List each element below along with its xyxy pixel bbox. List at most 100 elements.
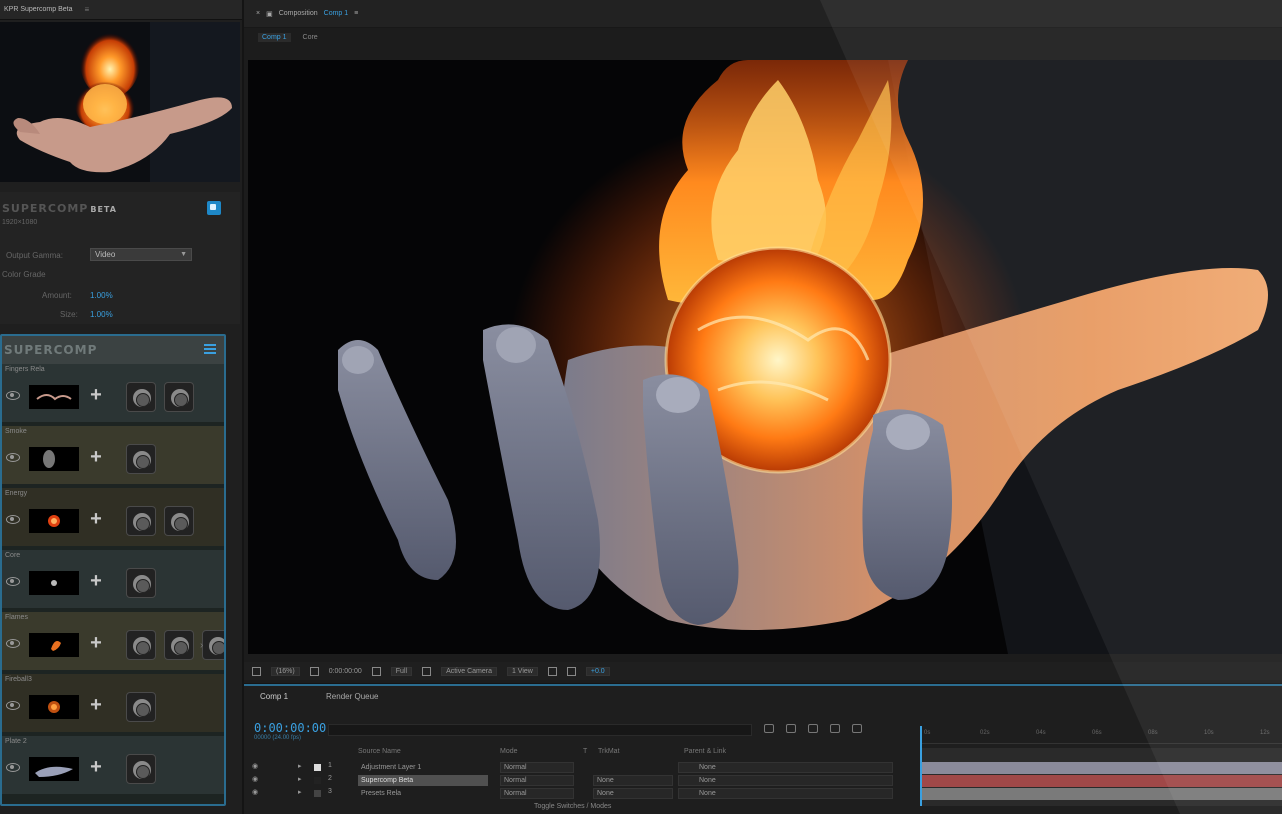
- layer-thumbnail[interactable]: [29, 633, 79, 657]
- blend-tool-icon[interactable]: [126, 444, 156, 474]
- output-gamma-select[interactable]: Video ▼: [90, 248, 192, 261]
- blend-tool-icon[interactable]: [126, 692, 156, 722]
- layer-duration-bar[interactable]: [920, 775, 1282, 787]
- graph-editor-icon[interactable]: [852, 724, 862, 733]
- blend-mode-select[interactable]: Normal: [500, 788, 574, 799]
- view-layout-select[interactable]: 1 View: [506, 666, 538, 676]
- snapshot-icon[interactable]: [309, 666, 319, 676]
- layer-thumbnail[interactable]: [29, 757, 79, 781]
- blend-tool-icon[interactable]: [126, 506, 156, 536]
- current-time[interactable]: 0:00:00:00: [329, 668, 362, 675]
- amount-value[interactable]: 1.00%: [90, 291, 113, 300]
- toggle-switches-modes[interactable]: Toggle Switches / Modes: [534, 803, 611, 810]
- add-icon[interactable]: +: [87, 695, 105, 715]
- col-parent[interactable]: Parent & Link: [684, 748, 726, 755]
- blend-tool-icon[interactable]: [164, 382, 194, 412]
- eye-icon[interactable]: [6, 391, 20, 400]
- col-mode[interactable]: Mode: [500, 748, 518, 755]
- layer-thumbnail[interactable]: [29, 385, 79, 409]
- breadcrumb-comp1[interactable]: Comp 1: [258, 33, 291, 42]
- eye-icon[interactable]: [6, 639, 20, 648]
- resolution-select[interactable]: Full: [390, 666, 413, 676]
- tab-render-queue[interactable]: Render Queue: [326, 692, 378, 701]
- exposure-value[interactable]: +0.0: [585, 666, 610, 676]
- blend-tool-icon[interactable]: [126, 382, 156, 412]
- composition-viewer[interactable]: [248, 60, 1282, 654]
- blend-tool-icon[interactable]: [126, 568, 156, 598]
- expand-arrow-icon[interactable]: ▸: [298, 762, 302, 770]
- lock-icon[interactable]: ▣: [266, 10, 273, 18]
- size-value[interactable]: 1.00%: [90, 310, 113, 319]
- layer-duration-bar[interactable]: [920, 788, 1282, 800]
- blend-tool-icon[interactable]: [164, 506, 194, 536]
- motion-blur-icon[interactable]: [830, 724, 840, 733]
- composition-name[interactable]: Comp 1: [324, 10, 349, 17]
- eye-icon[interactable]: [6, 453, 20, 462]
- time-ruler[interactable]: 0s 02s 04s 06s 08s 10s 12s: [920, 726, 1282, 744]
- layer-name[interactable]: Supercomp Beta: [358, 775, 488, 786]
- blend-tool-icon[interactable]: [164, 630, 194, 660]
- add-icon[interactable]: +: [87, 447, 105, 467]
- timeline-layer-row[interactable]: ◉ ▸ 1 Adjustment Layer 1 Normal None: [248, 762, 908, 774]
- col-t[interactable]: T: [583, 748, 587, 755]
- region-icon[interactable]: [422, 666, 432, 676]
- camera-select[interactable]: Active Camera: [441, 666, 497, 676]
- eye-icon[interactable]: ◉: [252, 775, 258, 783]
- layer-search-input[interactable]: [328, 724, 752, 736]
- eye-icon[interactable]: [6, 515, 20, 524]
- layer-color-swatch[interactable]: [314, 764, 321, 771]
- trkmat-select[interactable]: None: [593, 775, 673, 786]
- fast-preview-icon[interactable]: [566, 666, 576, 676]
- layer-color-swatch[interactable]: [314, 790, 321, 797]
- expand-arrow-icon[interactable]: ▸: [298, 775, 302, 783]
- trkmat-select[interactable]: None: [593, 788, 673, 799]
- grid-icon[interactable]: [252, 666, 261, 676]
- blend-mode-select[interactable]: Normal: [500, 762, 574, 773]
- pixel-aspect-icon[interactable]: [547, 666, 557, 676]
- chevron-right-icon[interactable]: ›: [200, 640, 214, 654]
- layer-thumbnail[interactable]: [29, 509, 79, 533]
- breadcrumb-core[interactable]: Core: [303, 34, 318, 41]
- add-icon[interactable]: +: [87, 757, 105, 777]
- eye-icon[interactable]: [6, 577, 20, 586]
- add-icon[interactable]: +: [87, 633, 105, 653]
- parent-select[interactable]: None: [678, 788, 893, 799]
- timeline-timecode[interactable]: 0:00:00:00: [254, 721, 326, 735]
- eye-icon[interactable]: ◉: [252, 762, 258, 770]
- panel-menu-icon[interactable]: ≡: [354, 10, 358, 17]
- close-icon[interactable]: ×: [256, 10, 260, 17]
- frame-blend-icon[interactable]: [808, 724, 818, 733]
- help-icon[interactable]: [207, 201, 221, 215]
- layer-thumbnail[interactable]: [29, 571, 79, 595]
- eye-icon[interactable]: ◉: [252, 788, 258, 796]
- blend-tool-icon[interactable]: [126, 630, 156, 660]
- col-trkmat[interactable]: TrkMat: [598, 748, 620, 755]
- parent-select[interactable]: None: [678, 762, 893, 773]
- zoom-select[interactable]: (16%): [271, 666, 300, 676]
- layer-duration-bar[interactable]: [920, 762, 1282, 774]
- shy-icon[interactable]: [786, 724, 796, 733]
- hamburger-menu-icon[interactable]: [204, 344, 216, 354]
- timeline-layer-row[interactable]: ◉ ▸ 3 Presets Rela Normal None None: [248, 788, 908, 800]
- add-icon[interactable]: +: [87, 571, 105, 591]
- expand-arrow-icon[interactable]: ▸: [298, 788, 302, 796]
- timeline-layer-row[interactable]: ◉ ▸ 2 Supercomp Beta Normal None None: [248, 775, 908, 787]
- camera-icon[interactable]: [371, 666, 381, 676]
- col-source-name[interactable]: Source Name: [358, 748, 401, 755]
- panel-menu-icon[interactable]: ≡: [84, 5, 89, 14]
- add-icon[interactable]: +: [87, 385, 105, 405]
- eye-icon[interactable]: [6, 701, 20, 710]
- layer-thumbnail[interactable]: [29, 695, 79, 719]
- layer-color-swatch[interactable]: [314, 777, 321, 784]
- blend-tool-icon[interactable]: [126, 754, 156, 784]
- layer-thumbnail[interactable]: [29, 447, 79, 471]
- add-icon[interactable]: +: [87, 509, 105, 529]
- eye-icon[interactable]: [6, 763, 20, 772]
- panel-tab-title[interactable]: KPR Supercomp Beta: [4, 6, 72, 13]
- tab-comp1[interactable]: Comp 1: [260, 692, 288, 701]
- parent-select[interactable]: None: [678, 775, 893, 786]
- layer-name[interactable]: Adjustment Layer 1: [358, 762, 488, 773]
- layer-name[interactable]: Presets Rela: [358, 788, 488, 799]
- blend-mode-select[interactable]: Normal: [500, 775, 574, 786]
- draft-3d-icon[interactable]: [764, 724, 774, 733]
